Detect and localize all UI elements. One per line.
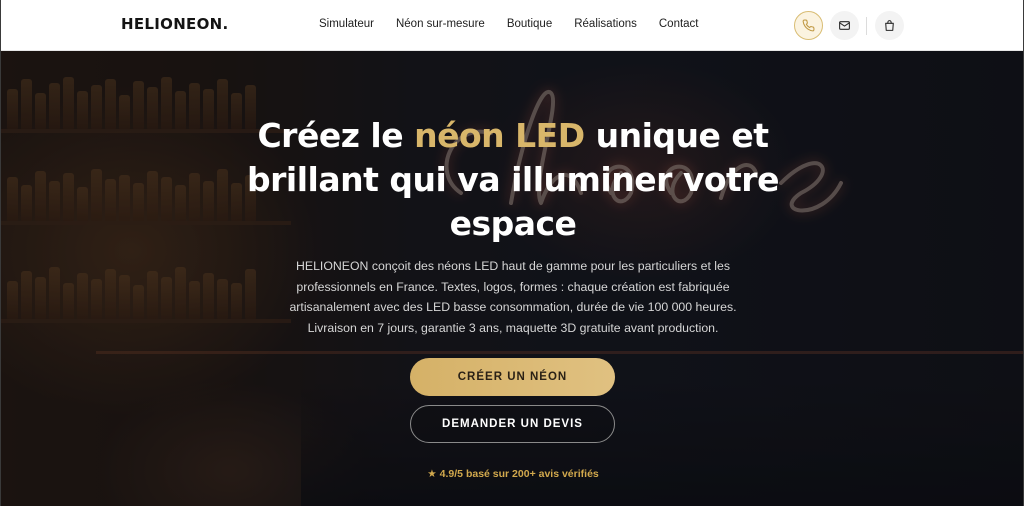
hero-section: Créez le néon LED unique et brillant qui… <box>1 51 1023 506</box>
rating-summary: ★ 4.9/5 basé sur 200+ avis vérifiés <box>363 468 663 480</box>
site-header: HELIONEON. Simulateur Néon sur-mesure Bo… <box>1 0 1023 51</box>
hero-title-part1: Créez le <box>257 116 415 155</box>
create-neon-button[interactable]: CRÉER UN NÉON <box>410 358 615 396</box>
request-quote-button[interactable]: DEMANDER UN DEVIS <box>410 405 615 443</box>
shopping-bag-icon <box>885 20 894 31</box>
hero-title: Créez le néon LED unique et brillant qui… <box>213 114 813 246</box>
site-logo[interactable]: HELIONEON. <box>121 15 229 33</box>
nav-item-realisations[interactable]: Réalisations <box>574 18 637 30</box>
mail-icon <box>839 21 850 30</box>
rating-text: 4.9/5 basé sur 200+ avis vérifiés <box>439 468 599 480</box>
hero-description: HELIONEON conçoit des néons LED haut de … <box>289 259 737 335</box>
nav-item-boutique[interactable]: Boutique <box>507 18 552 30</box>
cart-button[interactable] <box>875 11 904 40</box>
nav-item-simulateur[interactable]: Simulateur <box>319 18 374 30</box>
nav-item-neon-sur-mesure[interactable]: Néon sur-mesure <box>396 18 485 30</box>
star-icon: ★ <box>427 468 437 480</box>
header-divider <box>866 17 867 35</box>
nav-item-contact[interactable]: Contact <box>659 18 699 30</box>
main-nav: Simulateur Néon sur-mesure Boutique Réal… <box>319 18 721 30</box>
phone-button[interactable] <box>794 11 823 40</box>
browser-viewport: HELIONEON. Simulateur Néon sur-mesure Bo… <box>0 0 1024 506</box>
hero-title-highlight: néon LED <box>414 116 585 155</box>
mail-button[interactable] <box>830 11 859 40</box>
phone-icon <box>802 19 815 32</box>
